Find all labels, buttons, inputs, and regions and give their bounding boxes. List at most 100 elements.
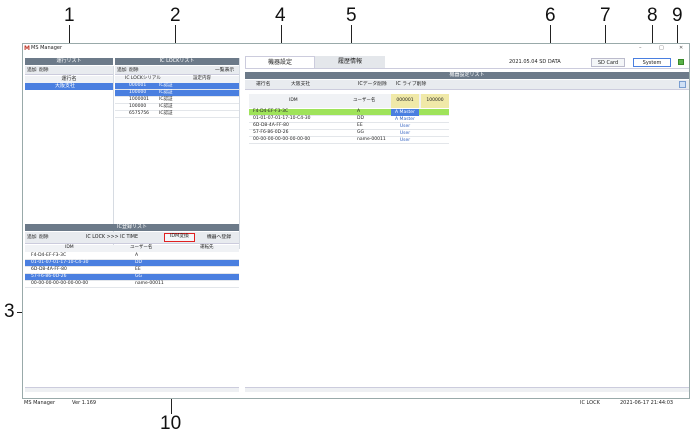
ic-lock-serial: 6575756	[129, 111, 150, 116]
callout-8: 8	[647, 5, 658, 26]
ds-user: A	[357, 109, 361, 114]
ic-lock-serial: 100000	[129, 90, 147, 95]
callout-5: 5	[346, 5, 357, 26]
ic-lock-time-button[interactable]: IC LOCK >>> IC TIME	[85, 234, 139, 241]
horizontal-scrollbar[interactable]	[25, 387, 239, 392]
connection-icon[interactable]	[678, 59, 684, 65]
app-window: M MS Manager – □ ✕ 運行リスト 追加 削除 運行名 大阪支社 …	[22, 43, 690, 399]
ds-idm: 01-01-07-01-17-10-C4-30	[253, 116, 311, 121]
device-settings-row[interactable]: 6D-D8-4A-FF-80 EE User	[249, 123, 449, 130]
ds-col-user: ユーザー名	[353, 98, 376, 103]
device-settings-list-header: 機器設定リスト	[245, 72, 689, 79]
device-settings-col-header: IDM ユーザー名 000001 100000	[249, 94, 449, 108]
route-row[interactable]: 大阪支社	[25, 83, 113, 90]
ic-lock-setting: IC認証	[159, 90, 173, 95]
callout-3: 3	[4, 301, 15, 322]
ic-register-row[interactable]: F4-D4-EF-F3-3C A	[25, 253, 239, 260]
ic-register-add-button[interactable]: 追加	[26, 234, 38, 241]
divider-v1	[239, 58, 240, 249]
ic-lock-setting: IC認証	[159, 97, 173, 102]
system-button[interactable]: System	[633, 58, 671, 67]
ic-lock-row[interactable]: 100000 IC認証	[115, 90, 239, 97]
route-row-label: 大阪支社	[55, 83, 76, 89]
callout-2: 2	[170, 5, 181, 26]
status-datetime: 2021-06-17 21:44:03	[620, 400, 674, 406]
ds-role: User	[399, 124, 411, 129]
ic-lock-row[interactable]: 6575756 IC認証	[115, 111, 239, 118]
idm-convert-button[interactable]: IDM変換	[164, 233, 195, 242]
ds-user: name-00011	[357, 137, 386, 142]
callout-7: 7	[600, 5, 611, 26]
device-settings-row[interactable]: 00-00-00-00-00-00-00-00 name-00011 User	[249, 137, 449, 144]
tab-history[interactable]: 履歴情報	[315, 56, 385, 68]
ic-lock-delete-button[interactable]: 削除	[128, 67, 140, 74]
app-logo: M	[24, 45, 30, 52]
device-settings-row[interactable]: 57-F6-86-0D-26 GG User	[249, 130, 449, 137]
route-list-toolbar: 追加 削除	[25, 66, 113, 75]
device-settings-toolbar: 運行名 大阪支社 ICデータ削除 IC ライブ削除	[245, 80, 689, 90]
ic-lock-add-button[interactable]: 追加	[116, 67, 128, 74]
device-settings-row[interactable]: 01-01-07-01-17-10-C4-30 DD A Master	[249, 116, 449, 123]
ds-idm: 00-00-00-00-00-00-00-00	[253, 137, 311, 142]
ic-register-delete-button[interactable]: 削除	[38, 234, 50, 241]
ds-idm: F4-D4-EF-F3-3C	[253, 109, 289, 114]
callout-6: 6	[545, 5, 556, 26]
ic-register-row[interactable]: 00-00-00-00-00-00-00-00 name-00011	[25, 281, 239, 288]
ic-lock-row[interactable]: 1000001 IC認証	[115, 97, 239, 104]
ds-idm: 57-F6-86-0D-26	[253, 130, 289, 135]
ic-lock-serial: 000001	[129, 83, 147, 88]
callout-4: 4	[275, 5, 286, 26]
ic-data-delete-button[interactable]: ICデータ削除	[357, 81, 388, 88]
route-add-button[interactable]: 追加	[26, 67, 38, 74]
close-icon[interactable]: ✕	[679, 46, 683, 51]
ic-register-row[interactable]: 01-01-07-01-17-10-C4-30 DD	[25, 260, 239, 267]
app-title: MS Manager	[31, 45, 62, 51]
ic-live-delete-button[interactable]: IC ライブ削除	[395, 81, 427, 88]
ic-lock-col-setting: 設定内容	[193, 76, 211, 81]
ic-register-row[interactable]: 57-F6-86-0D-26 GG	[25, 274, 239, 281]
ic-lock-serial: 100000	[129, 104, 147, 109]
ic-register-list-header: IC登録リスト	[25, 224, 239, 231]
route-col-header: 運行名	[25, 76, 113, 83]
status-version: Ver 1.169	[72, 400, 97, 406]
ic-lock-col-header: IC LOCKシリアル 設定内容	[115, 76, 239, 83]
ic-lock-row[interactable]: 000001 IC認証	[115, 83, 239, 90]
list-view-button[interactable]: 一覧表示	[214, 67, 235, 74]
device-settings-row[interactable]: F4-D4-EF-F3-3C A A Master	[249, 109, 449, 116]
ic-register-col-idm: IDM	[65, 245, 74, 250]
ic-register-idm: 01-01-07-01-17-10-C4-30	[31, 260, 89, 265]
callout-10: 10	[160, 413, 182, 434]
ic-lock-list-header: IC LOCKリスト	[115, 58, 239, 65]
register-device-button[interactable]: 機器へ登録	[206, 234, 232, 241]
callout-1: 1	[64, 5, 75, 26]
route-delete-button[interactable]: 削除	[38, 67, 50, 74]
ic-register-user: DD	[135, 260, 142, 265]
tab-device-settings[interactable]: 機器設定	[245, 56, 315, 68]
ds-user: GG	[357, 130, 364, 135]
ds-col-idm: IDM	[289, 98, 298, 103]
route-name-value: 大阪支社	[291, 82, 311, 87]
ic-lock-toolbar: 追加 削除 一覧表示	[115, 66, 239, 75]
ic-register-idm: 57-F6-86-0D-26	[31, 274, 67, 279]
ic-lock-setting: IC認証	[159, 104, 173, 109]
tab-baseline	[245, 68, 689, 69]
minimize-icon[interactable]: –	[639, 46, 642, 51]
ic-register-user: EE	[135, 267, 141, 272]
ic-register-row[interactable]: 6D-D8-4A-FF-80 EE	[25, 267, 239, 274]
ic-register-toolbar: 追加 削除 IC LOCK >>> IC TIME IDM変換 機器へ登録	[25, 232, 239, 244]
ic-register-idm: 00-00-00-00-00-00-00-00	[31, 281, 89, 286]
ic-lock-row[interactable]: 100000 IC認証	[115, 104, 239, 111]
ds-user: DD	[357, 116, 364, 121]
export-icon[interactable]	[679, 81, 686, 88]
ic-register-col-dest: 運転先	[200, 245, 214, 250]
sd-card-button[interactable]: SD Card	[591, 58, 625, 67]
ds-role: A Master	[395, 117, 415, 122]
ic-register-user: GG	[135, 274, 142, 279]
route-list-header: 運行リスト	[25, 58, 113, 65]
ic-lock-setting: IC認証	[159, 83, 173, 88]
right-horizontal-scrollbar[interactable]	[245, 387, 689, 392]
sd-date-label: 2021.05.04 SD DATA	[509, 59, 561, 65]
maximize-icon[interactable]: □	[659, 46, 664, 51]
ds-col-lock1: 000001	[391, 94, 419, 108]
ds-idm: 6D-D8-4A-FF-80	[253, 123, 289, 128]
